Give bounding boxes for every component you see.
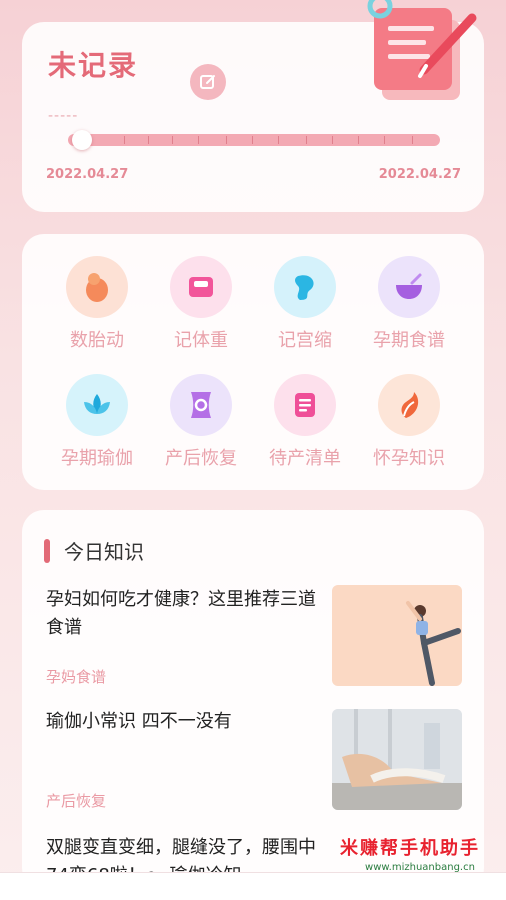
- article-tag: 产后恢复: [46, 792, 107, 810]
- pregnancy-progress-track[interactable]: [68, 134, 440, 146]
- tool-pregnancy-yoga[interactable]: 孕期瑜伽: [42, 374, 152, 470]
- article-tag: 孕妈食谱: [46, 668, 107, 686]
- bottom-navigation-bar: [0, 872, 506, 900]
- tool-label: 孕期瑜伽: [61, 448, 133, 469]
- tool-label: 孕期食谱: [373, 330, 445, 351]
- yoga-figure-icon: [406, 601, 461, 686]
- bowl-icon: [378, 256, 440, 318]
- section-accent-bar: [44, 538, 50, 563]
- tools-card: 数胎动 记体重 记宫缩 孕期食谱 孕期瑜伽 产后恢复 待产清单 怀孕知识: [22, 234, 484, 490]
- article-thumbnail[interactable]: [332, 585, 462, 686]
- watermark-text: 米赚帮手机助手: [340, 838, 480, 859]
- notebook-pen-illustration-icon: [367, 0, 477, 100]
- tool-label: 数胎动: [70, 330, 124, 351]
- end-date: 2022.04.27: [378, 167, 461, 182]
- today-knowledge-card: 今日知识 孕妇如何吃才健康？这里推荐三道食谱 孕妈食谱 瑜伽小常识 四不一没有 …: [22, 510, 484, 890]
- tool-pregnancy-recipes[interactable]: 孕期食谱: [354, 256, 464, 352]
- section-header: 今日知识: [44, 536, 144, 565]
- edit-record-button[interactable]: [190, 64, 226, 100]
- tool-birth-checklist[interactable]: 待产清单: [250, 374, 360, 470]
- tool-label: 待产清单: [269, 448, 341, 469]
- tool-label: 记宫缩: [278, 330, 332, 351]
- tool-postpartum-recovery[interactable]: 产后恢复: [146, 374, 256, 470]
- waist-icon: [170, 374, 232, 436]
- article-title[interactable]: 孕妇如何吃才健康？这里推荐三道食谱: [46, 586, 316, 642]
- tool-weight[interactable]: 记体重: [146, 256, 256, 352]
- tool-label: 产后恢复: [165, 448, 237, 469]
- leaf-icon: [378, 374, 440, 436]
- record-placeholder: -----: [48, 108, 79, 124]
- section-title: 今日知识: [64, 540, 144, 564]
- tool-label: 记体重: [174, 330, 228, 351]
- contraction-icon: [274, 256, 336, 318]
- tool-contraction[interactable]: 记宫缩: [250, 256, 360, 352]
- tool-label: 怀孕知识: [373, 448, 445, 469]
- record-card: 未记录 ----- 2022.04.27 2022.04.27: [22, 0, 484, 212]
- yoga-stretch-photo-icon: [332, 709, 462, 810]
- start-date: 2022.04.27: [46, 167, 129, 182]
- record-status-title: 未记录: [48, 49, 139, 82]
- tool-fetal-movement[interactable]: 数胎动: [42, 256, 152, 352]
- progress-thumb[interactable]: [72, 130, 92, 150]
- article-thumbnail[interactable]: [332, 709, 462, 810]
- scale-icon: [170, 256, 232, 318]
- article-title[interactable]: 瑜伽小常识 四不一没有: [46, 708, 316, 736]
- edit-icon: [200, 75, 215, 89]
- lotus-icon: [66, 374, 128, 436]
- tool-pregnancy-knowledge[interactable]: 怀孕知识: [354, 374, 464, 470]
- fetal-movement-icon: [66, 256, 128, 318]
- checklist-icon: [274, 374, 336, 436]
